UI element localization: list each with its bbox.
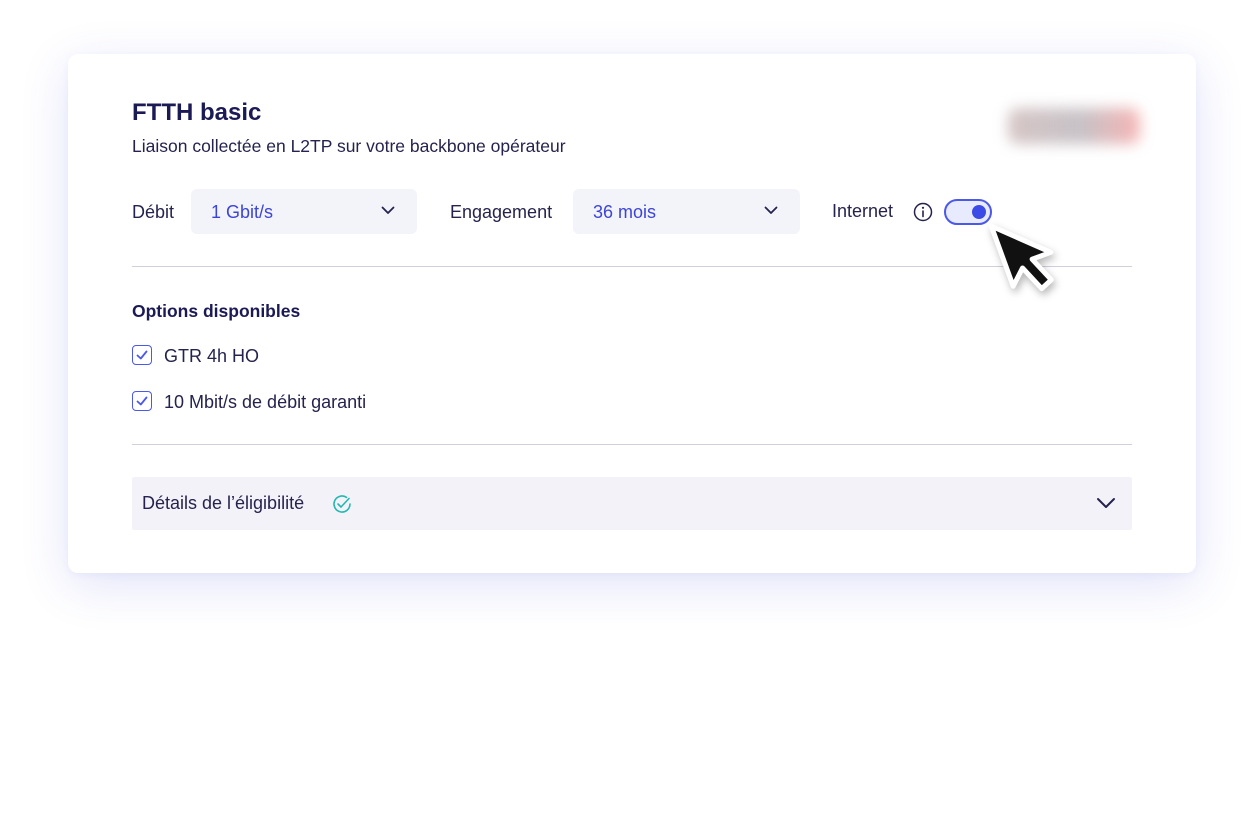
debit-select[interactable]: 1 Gbit/s <box>191 189 417 234</box>
mouse-pointer-icon <box>988 223 1054 292</box>
offer-subtitle: Liaison collectée en L2TP sur votre back… <box>132 136 566 156</box>
checkbox-debit-garanti[interactable] <box>132 391 152 411</box>
divider <box>132 444 1132 445</box>
internet-label: Internet <box>832 201 894 221</box>
engagement-selected-value: 36 mois <box>593 202 657 222</box>
check-icon <box>136 396 148 406</box>
option-debit-garanti[interactable]: 10 Mbit/s de débit garanti <box>132 390 432 414</box>
check-icon <box>136 350 148 360</box>
debit-selected-value: 1 Gbit/s <box>211 202 274 222</box>
option-gtr[interactable]: GTR 4h HO <box>132 344 332 368</box>
check-circle-icon <box>333 495 351 513</box>
chevron-down-icon <box>381 206 395 214</box>
debit-label: Débit <box>132 202 175 222</box>
chevron-down-icon <box>764 206 778 214</box>
engagement-label: Engagement <box>450 202 553 222</box>
checkbox-gtr[interactable] <box>132 345 152 365</box>
operator-logo-blurred <box>1008 108 1140 144</box>
toggle-knob <box>972 205 986 219</box>
info-icon[interactable] <box>912 201 934 223</box>
eligibility-label: Détails de l’éligibilité <box>142 493 305 513</box>
offer-title: FTTH basic <box>132 99 262 126</box>
page: FTTH basic Liaison collectée en L2TP sur… <box>0 0 1253 824</box>
chevron-down-icon <box>1097 498 1115 508</box>
option-label: 10 Mbit/s de débit garanti <box>164 392 367 412</box>
option-label: GTR 4h HO <box>164 346 260 366</box>
engagement-select[interactable]: 36 mois <box>573 189 800 234</box>
options-title: Options disponibles <box>132 301 301 321</box>
eligibility-accordion[interactable]: Détails de l’éligibilité <box>132 477 1132 530</box>
